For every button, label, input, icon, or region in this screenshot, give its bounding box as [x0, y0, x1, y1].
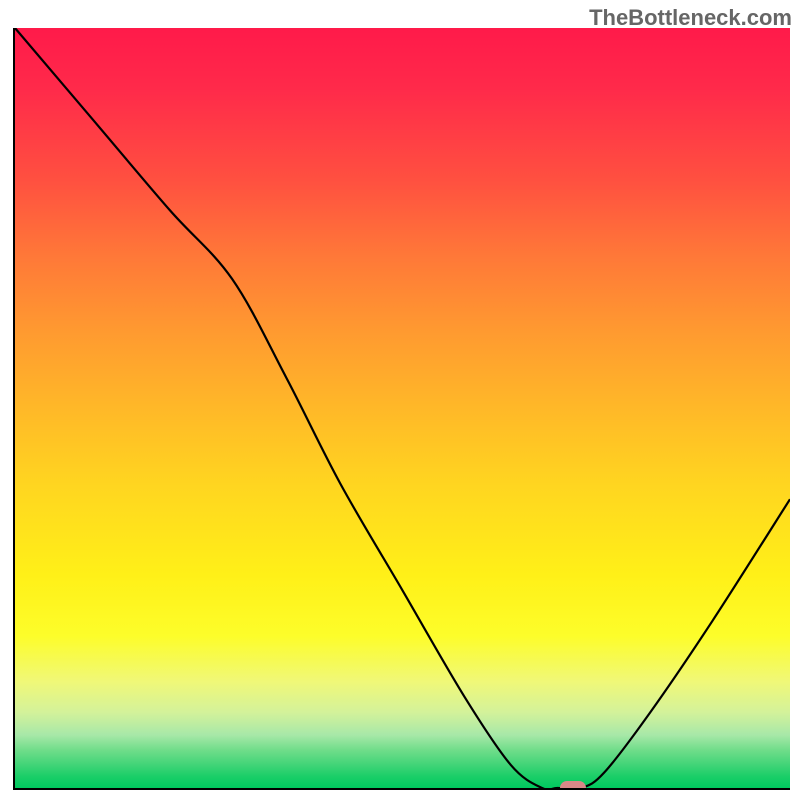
chart-container: TheBottleneck.com [0, 0, 800, 800]
plot-area [13, 28, 790, 790]
watermark-text: TheBottleneck.com [589, 5, 792, 31]
bottleneck-curve [15, 28, 790, 788]
curve-svg [15, 28, 790, 788]
optimal-marker [560, 781, 586, 790]
